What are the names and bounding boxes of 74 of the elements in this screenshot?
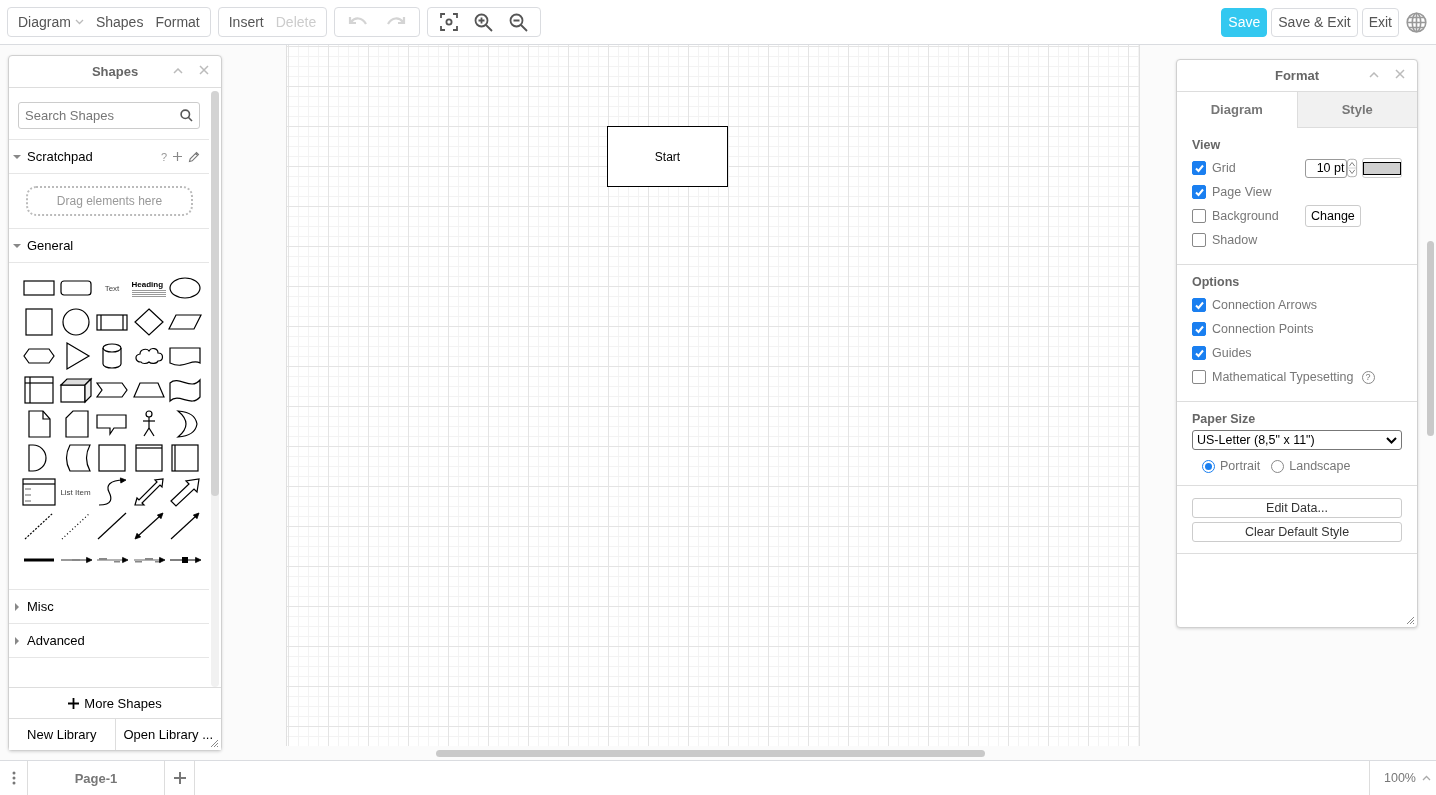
more-icon[interactable] <box>12 771 16 785</box>
menu-button[interactable]: Diagram <box>12 9 90 35</box>
checkbox[interactable] <box>1192 322 1206 336</box>
library-button[interactable]: Open Library ... <box>114 719 221 750</box>
menu-button[interactable]: Format <box>149 9 206 35</box>
diagram-rectangle[interactable]: Start <box>607 126 728 187</box>
change-button[interactable]: Change <box>1305 205 1361 227</box>
scrollbar-thumb[interactable] <box>436 750 985 757</box>
list-item-shape[interactable]: List Item <box>60 487 91 497</box>
zoom-out-icon[interactable] <box>509 12 529 32</box>
option-label: Landscape <box>1289 459 1351 473</box>
resize-grip-icon[interactable] <box>209 738 219 748</box>
section-title: Paper Size <box>1192 412 1257 426</box>
panel-button[interactable]: Clear Default Style <box>1192 522 1402 542</box>
collapsed-triangle-icon[interactable] <box>13 602 21 611</box>
checkbox[interactable] <box>1192 298 1206 312</box>
panel-title: Format <box>1274 68 1320 83</box>
checkbox[interactable] <box>1192 346 1206 360</box>
menu-button[interactable]: Shapes <box>89 9 150 35</box>
stepper-icon[interactable] <box>1347 158 1358 178</box>
text-shape[interactable]: Text <box>104 283 120 293</box>
checkbox[interactable] <box>1192 370 1206 384</box>
scrollbar-thumb[interactable] <box>211 91 219 496</box>
chevron-down-icon <box>1386 436 1397 444</box>
option-label: Page View <box>1212 185 1273 199</box>
more-shapes-button[interactable]: More Shapes <box>9 687 221 718</box>
section-title[interactable]: General <box>27 238 74 253</box>
collapsed-triangle-icon[interactable] <box>13 636 21 645</box>
search-icon[interactable] <box>180 109 193 122</box>
section-title[interactable]: Misc <box>27 599 54 614</box>
section-title[interactable]: Advanced <box>27 633 85 648</box>
option-label: Portrait <box>1220 459 1261 473</box>
panel-title: Shapes <box>91 64 139 79</box>
fit-icon[interactable] <box>440 13 459 31</box>
toolbar-button[interactable]: Insert <box>222 9 270 35</box>
toolbar-button[interactable]: Save & Exit <box>1271 7 1358 37</box>
internal-storage-icon[interactable] <box>21 375 57 405</box>
option-label: Connection Arrows <box>1212 298 1317 312</box>
chevron-down-icon <box>74 19 84 25</box>
option-label: Shadow <box>1212 233 1259 247</box>
checkbox[interactable] <box>1192 185 1206 199</box>
section-title[interactable]: Scratchpad <box>27 149 93 164</box>
zoom-level[interactable]: 100% <box>1384 771 1416 785</box>
search-field[interactable]: Search Shapes <box>18 102 200 129</box>
toolbar-button[interactable]: Exit <box>1361 7 1399 37</box>
zoom-in-icon[interactable] <box>474 12 494 32</box>
paper-size-select[interactable]: US-Letter (8,5" x 11") <box>1192 430 1402 450</box>
page-tab[interactable]: Page-1 <box>27 761 165 795</box>
expanded-triangle-icon[interactable] <box>13 241 21 250</box>
globe-icon[interactable] <box>1406 11 1427 33</box>
checkbox[interactable] <box>1192 233 1206 247</box>
pencil-icon[interactable] <box>188 150 200 163</box>
tape-icon[interactable] <box>167 375 203 405</box>
list-icon[interactable] <box>21 477 57 507</box>
option-label: Grid <box>1212 161 1237 175</box>
option-label: Background <box>1212 209 1280 223</box>
plus-icon <box>68 697 80 709</box>
option-label: Guides <box>1212 346 1253 360</box>
option-label: Mathematical Typesetting <box>1212 370 1354 384</box>
resize-grip-icon[interactable] <box>1405 615 1415 625</box>
panel-button[interactable]: Edit Data... <box>1192 498 1402 518</box>
checkbox[interactable] <box>1192 209 1206 223</box>
panel-tab[interactable]: Style <box>1296 92 1417 128</box>
checkbox[interactable] <box>1192 161 1206 175</box>
library-button[interactable]: New Library <box>9 719 115 750</box>
scrollbar-thumb[interactable] <box>1427 241 1434 436</box>
expanded-triangle-icon[interactable] <box>13 152 21 161</box>
option-label: Connection Points <box>1212 322 1314 336</box>
grid-color-button[interactable] <box>1361 158 1402 178</box>
section-title: Options <box>1192 275 1241 289</box>
add-page-icon[interactable] <box>173 772 186 784</box>
section-title: View <box>1192 138 1222 152</box>
cube-icon[interactable] <box>57 375 94 405</box>
plus-icon[interactable] <box>173 152 182 161</box>
